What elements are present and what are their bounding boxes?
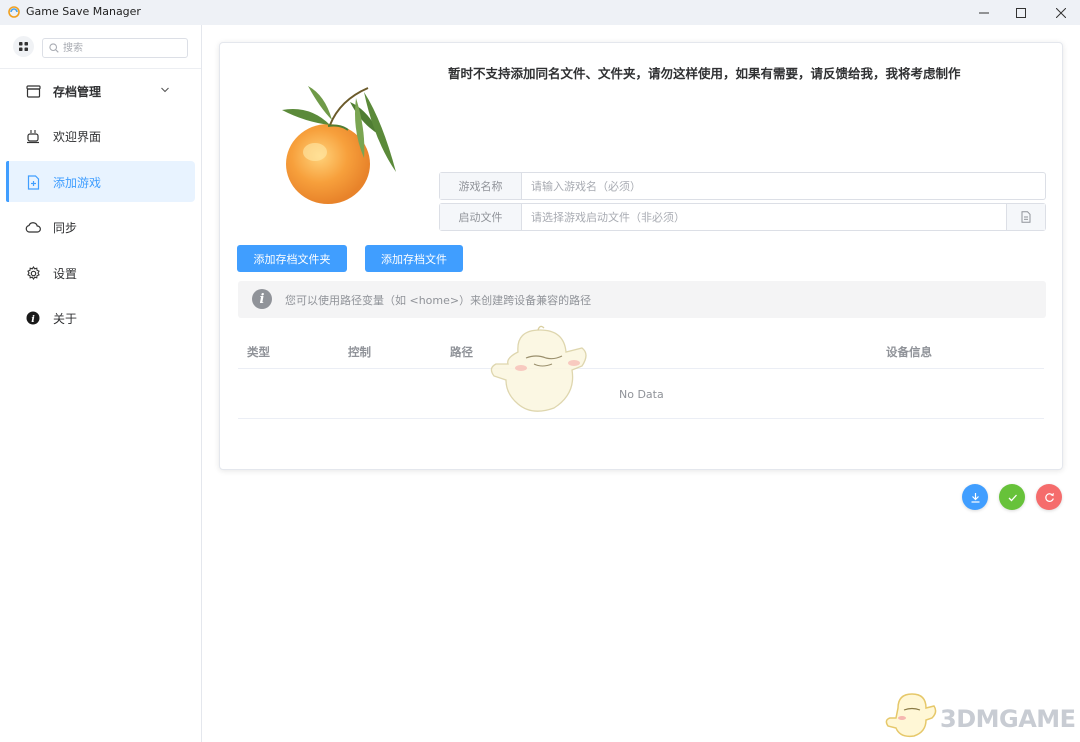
launch-file-input[interactable]: [522, 204, 1006, 230]
orange-illustration: [282, 86, 396, 204]
search-box: [42, 38, 188, 58]
empty-state-text: No Data: [619, 388, 664, 401]
add-save-file-button[interactable]: 添加存档文件: [365, 245, 463, 272]
column-header-path: 路径: [450, 345, 473, 359]
choose-file-button[interactable]: [1006, 204, 1045, 230]
sidebar-item-label: 同步: [53, 221, 78, 235]
sidebar-item-about[interactable]: i 关于: [6, 297, 195, 338]
table-bottom-divider: [238, 418, 1044, 419]
window-title: Game Save Manager: [26, 5, 141, 18]
game-name-label: 游戏名称: [440, 173, 522, 199]
refresh-icon: [1044, 492, 1054, 502]
cloud-icon: [25, 219, 41, 235]
minimize-icon: [979, 12, 989, 13]
game-name-row: 游戏名称: [439, 172, 1046, 200]
sidebar-item-label: 关于: [53, 312, 78, 326]
sidebar-item-sync[interactable]: 同步: [6, 206, 195, 247]
search-input[interactable]: [63, 39, 183, 57]
empty-state-mascot: [490, 325, 587, 412]
sidebar-item-label: 存档管理: [53, 85, 102, 99]
gear-icon: [25, 265, 41, 281]
sidebar-header: [0, 25, 201, 69]
sidebar-item-add-game[interactable]: 添加游戏: [6, 161, 195, 202]
sidebar-item-welcome[interactable]: 欢迎界面: [6, 115, 195, 156]
close-button[interactable]: [1040, 0, 1080, 25]
close-icon: [1056, 7, 1066, 18]
launch-file-row: 启动文件: [439, 203, 1046, 231]
column-header-type: 类型: [247, 345, 270, 359]
svg-text:i: i: [31, 314, 35, 325]
chevron-down-icon: [161, 87, 169, 93]
download-button[interactable]: [962, 484, 988, 510]
sidebar-item-settings[interactable]: 设置: [6, 252, 195, 293]
cup-icon: [25, 128, 41, 144]
check-icon: [1008, 494, 1017, 501]
grid-icon: [19, 42, 28, 51]
notice-text: 暂时不支持添加同名文件、文件夹，请勿这样使用，如果有需要，请反馈给我，我将考虑制…: [448, 66, 961, 81]
reset-button[interactable]: [1036, 484, 1062, 510]
document-icon: [1021, 211, 1031, 223]
title-bar: Game Save Manager: [0, 0, 1080, 25]
sidebar-item-label: 欢迎界面: [53, 130, 102, 144]
watermark-mascot-logo: [885, 693, 937, 738]
sidebar: 存档管理 欢迎界面 添加游戏 同步 设置 i 关于: [0, 25, 202, 742]
info-icon: i: [252, 289, 272, 309]
maximize-button[interactable]: [1000, 0, 1042, 25]
document-add-icon: [25, 174, 41, 190]
watermark-text: 3DMGAME: [940, 705, 1076, 733]
column-header-device-info: 设备信息: [886, 345, 932, 359]
app-menu-button[interactable]: [13, 36, 34, 57]
add-save-folder-button[interactable]: 添加存档文件夹: [237, 245, 347, 272]
archive-icon: [25, 83, 41, 99]
confirm-button[interactable]: [999, 484, 1025, 510]
minimize-button[interactable]: [963, 0, 1005, 25]
sidebar-item-save-management[interactable]: 存档管理: [6, 70, 195, 111]
sidebar-item-label: 添加游戏: [53, 176, 102, 190]
tip-text: 您可以使用路径变量（如 <home>）来创建跨设备兼容的路径: [285, 294, 592, 307]
sidebar-item-label: 设置: [53, 267, 78, 281]
launch-file-label: 启动文件: [440, 204, 522, 230]
app-logo-icon: [8, 6, 20, 18]
table-header-divider: [238, 368, 1044, 369]
download-icon: [971, 492, 979, 503]
game-name-input[interactable]: [522, 173, 1045, 199]
path-variable-tip: i 您可以使用路径变量（如 <home>）来创建跨设备兼容的路径: [238, 281, 1046, 318]
info-icon: i: [25, 310, 41, 326]
maximize-icon: [1016, 7, 1026, 18]
search-icon: [49, 43, 59, 53]
column-header-control: 控制: [348, 345, 371, 359]
